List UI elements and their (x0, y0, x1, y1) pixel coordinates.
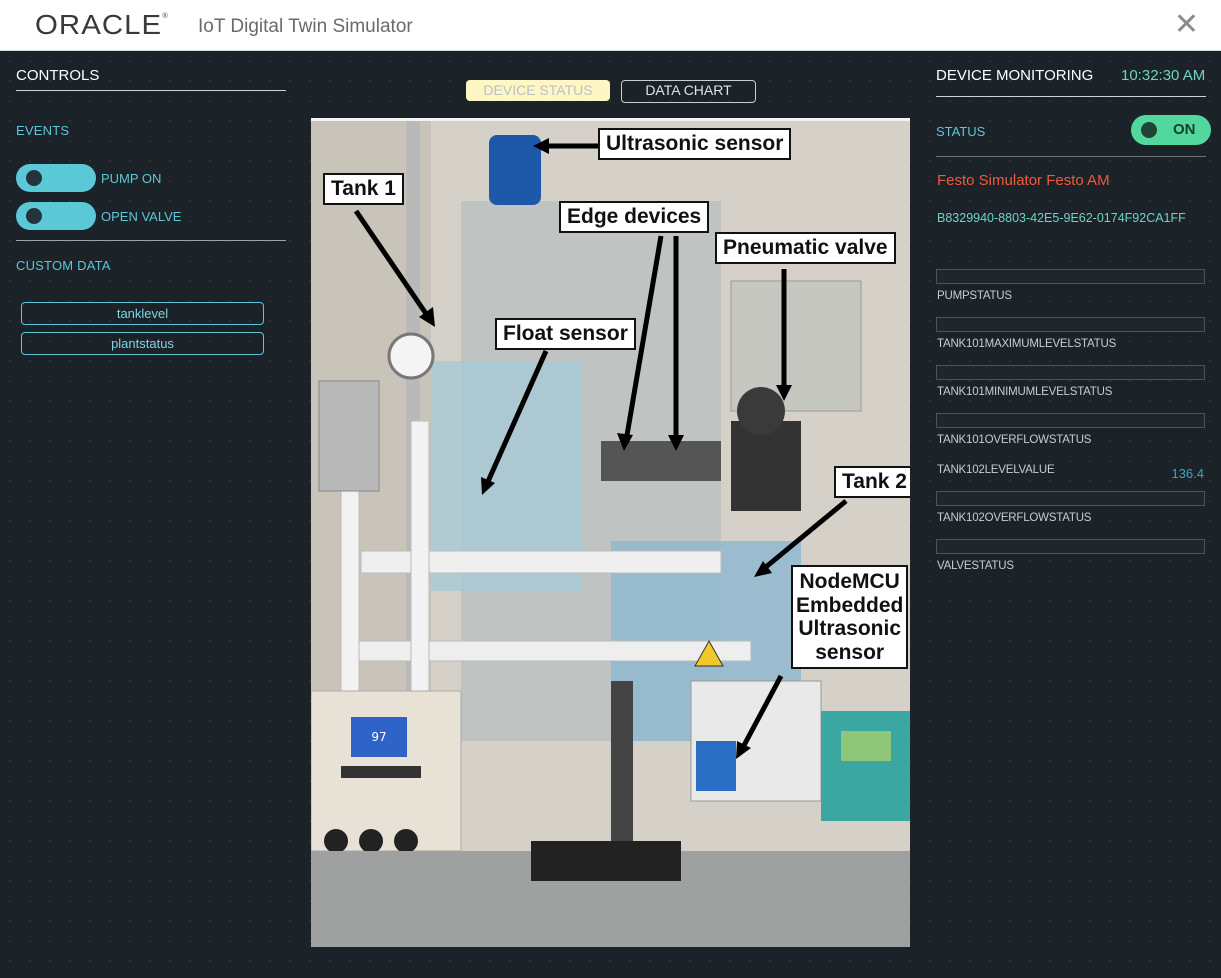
callout-tank-2: Tank 2 (834, 466, 910, 498)
toggle-knob (26, 170, 42, 186)
tab-device-status[interactable]: DEVICE STATUS (466, 80, 610, 101)
callout-nodemcu-line-4: sensor (815, 640, 885, 664)
callout-nodemcu: NodeMCU Embedded Ultrasonic sensor (791, 565, 909, 669)
monitoring-time: 10:32:30 AM (1121, 67, 1206, 84)
device-photo: 97 Ultrasonic sensor Tank 1 Edge devices… (311, 118, 910, 947)
attribute-label: VALVESTATUS (937, 560, 1014, 572)
controls-divider (16, 90, 286, 91)
pump-on-toggle[interactable] (16, 164, 96, 192)
callout-float-sensor: Float sensor (495, 318, 636, 350)
status-value: ON (1173, 121, 1196, 138)
attribute-label: TANK101OVERFLOWSTATUS (937, 434, 1092, 446)
attribute-label: TANK101MINIMUMLEVELSTATUS (937, 386, 1113, 398)
events-label: EVENTS (16, 123, 70, 138)
controls-title: CONTROLS (16, 67, 100, 84)
callout-tank-1: Tank 1 (323, 173, 404, 205)
attribute-value-tank102level: 136.4 (1171, 466, 1204, 481)
attribute-label: TANK101MAXIMUMLEVELSTATUS (937, 338, 1117, 350)
open-valve-toggle[interactable] (16, 202, 96, 230)
oracle-logo: ORACLE® (35, 9, 169, 40)
attribute-field-valvestatus (936, 539, 1205, 554)
device-name: Festo Simulator Festo AM (937, 172, 1110, 189)
callout-edge-devices: Edge devices (559, 201, 710, 233)
status-label: STATUS (936, 124, 986, 139)
callout-nodemcu-line-3: Ultrasonic (798, 617, 902, 640)
plantstatus-button[interactable]: plantstatus (21, 332, 264, 355)
attribute-label: TANK102OVERFLOWSTATUS (937, 512, 1092, 524)
status-divider (936, 156, 1206, 157)
callout-nodemcu-line-2: Embedded (796, 593, 904, 617)
callout-nodemcu-line-1: NodeMCU (799, 570, 900, 593)
custom-data-label: CUSTOM DATA (16, 258, 111, 273)
status-toggle[interactable]: ON (1131, 115, 1211, 145)
app-header: ORACLE® IoT Digital Twin Simulator ✕ (0, 0, 1221, 51)
attribute-field-tank101min (936, 365, 1205, 380)
toggle-knob (1141, 122, 1157, 138)
callout-pneumatic-valve: Pneumatic valve (715, 232, 896, 264)
pump-on-label: PUMP ON (101, 171, 162, 186)
open-valve-label: OPEN VALVE (101, 209, 182, 224)
toggle-knob (26, 208, 42, 224)
monitoring-divider (936, 96, 1206, 97)
attribute-label: PUMPSTATUS (937, 290, 1012, 302)
attribute-field-tank102overflow (936, 491, 1205, 506)
device-id: B8329940-8803-42E5-9E62-0174F92CA1FF (937, 211, 1186, 225)
callout-ultrasonic-sensor: Ultrasonic sensor (598, 128, 792, 160)
attribute-field-tank101overflow (936, 413, 1205, 428)
attribute-label: TANK102LEVELVALUE (937, 464, 1055, 476)
attribute-field-pumpstatus (936, 269, 1205, 284)
app-title: IoT Digital Twin Simulator (198, 16, 413, 37)
tanklevel-button[interactable]: tanklevel (21, 302, 264, 325)
display-reading: 97 (371, 730, 386, 744)
tab-data-chart[interactable]: DATA CHART (621, 80, 756, 103)
attribute-field-tank101max (936, 317, 1205, 332)
device-monitoring-title: DEVICE MONITORING (936, 67, 1094, 84)
close-icon[interactable]: ✕ (1174, 10, 1199, 40)
events-divider (16, 240, 286, 241)
